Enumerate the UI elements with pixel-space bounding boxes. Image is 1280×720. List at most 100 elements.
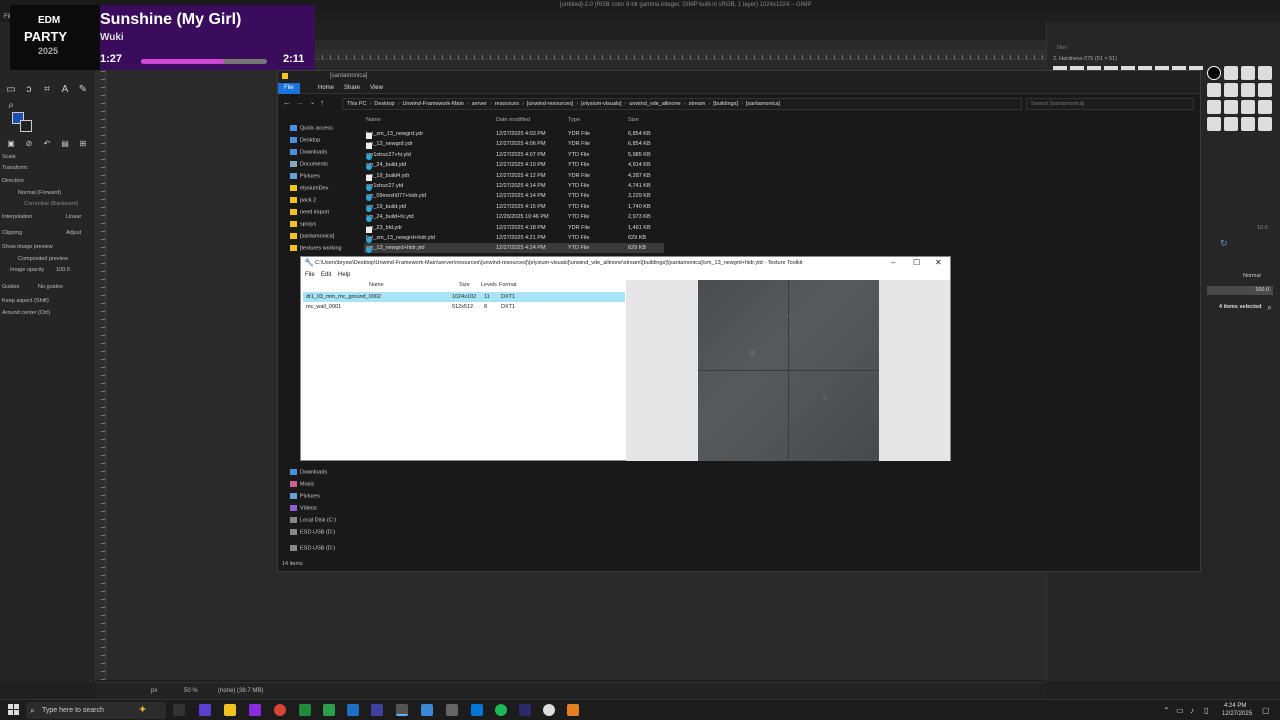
texture-row[interactable]: mc_wall_0001 512x512 8 DXT1 [303,302,625,312]
ttk-col-format[interactable]: Format [499,282,516,288]
nav-item[interactable]: Pictures [290,493,320,499]
ttk-menu-help[interactable]: Help [338,272,350,278]
breadcrumb-item[interactable]: Desktop [374,101,394,107]
nav-item[interactable]: Videos [290,505,317,511]
layer-opacity-slider[interactable]: 100.0 [1207,286,1273,295]
brush-sponge-icon[interactable] [1207,117,1221,131]
layer-mode-select[interactable]: Normal [1243,273,1261,279]
nav-item[interactable]: [textures working [290,245,342,251]
show-preview-checkbox[interactable]: Show image preview [2,244,53,250]
brush-blob-icon[interactable] [1241,66,1255,80]
corrective-backward-radio[interactable]: Corrective (Backward) [24,201,78,207]
nav-item[interactable]: ESD-USB (D:) [290,529,335,535]
file-row[interactable]: sm_19_build4.ydr 12/27/2025 4:12 PM YDR Fi… [364,171,664,181]
file-row[interactable]: sm_13_newgrd+hidr.ytd 12/27/2025 4:24 PM Y… [364,243,664,254]
brush-circle-icon[interactable] [1241,83,1255,97]
nav-item[interactable]: Quick access [290,125,333,131]
brush-hardness-icon[interactable] [1207,66,1221,80]
task-view-icon[interactable] [173,704,185,716]
vscode-icon[interactable] [347,704,359,716]
ribbon-tab-home[interactable]: Home [318,85,334,91]
back-arrow-icon[interactable]: ← [283,98,291,107]
white-app-icon[interactable] [543,704,555,716]
file-explorer-icon[interactable] [224,704,236,716]
close-tab-icon[interactable]: ⊞ [76,138,90,150]
file-row[interactable]: sm_13_newgrd.ydr 12/27/2025 4:06 PM YDR Fi… [364,139,664,150]
brush-texture-icon[interactable] [1207,83,1221,97]
guides-select[interactable]: No guides [38,284,63,290]
taskbar-search[interactable]: ⌕ Type here to search ✦ [26,702,166,719]
col-name[interactable]: Name [366,117,381,123]
breadcrumb-item[interactable]: Unwind-Framework-Main [402,101,463,107]
ribbon-tab-file[interactable]: File [278,83,300,94]
nav-item[interactable]: Desktop [290,137,320,143]
around-center-checkbox[interactable]: Around center (Ctrl) [2,310,50,316]
nav-item[interactable]: Downloads [290,469,327,475]
ttk-col-name[interactable]: Name [369,282,384,288]
breadcrumb-item[interactable]: This PC [347,101,367,107]
col-type[interactable]: Type [568,117,580,123]
recent-chevron-icon[interactable]: ⌄ [310,99,315,106]
nav-item[interactable]: need import [290,209,329,215]
undo-history-icon[interactable]: ↶ [40,138,54,150]
ttk-col-size[interactable]: Size [459,282,470,288]
forward-arrow-icon[interactable]: → [296,98,304,107]
ttk-menu-file[interactable]: File [305,272,315,278]
nav-item[interactable]: pack 2 [290,197,316,203]
volume-icon[interactable]: ♪ [1190,706,1194,715]
brush-filter-input[interactable]: filter [1057,45,1067,51]
breadcrumb-item[interactable]: resources [495,101,519,107]
rect-select-icon[interactable]: ▭ [4,84,18,96]
gimp-icon[interactable] [446,704,458,716]
breadcrumb-item[interactable]: unwind_vde_allinone [629,101,680,107]
spotify-icon[interactable] [495,704,507,716]
unit-select[interactable]: px [151,688,157,694]
image-opacity-input[interactable]: 100.0 [56,267,70,273]
brush-grid[interactable] [1207,66,1275,156]
blue-app-icon[interactable] [421,704,433,716]
nav-item[interactable]: elysiumDev [290,185,328,191]
up-arrow-icon[interactable]: ↑ [320,98,324,107]
texture-toolkit-icon[interactable] [396,704,408,716]
visual-studio-icon[interactable] [371,704,383,716]
file-row[interactable]: sm_23_bld.ydr 12/27/2025 4:18 PM YDR File 1… [364,223,664,233]
keep-aspect-checkbox[interactable]: Keep aspect (Shift) [2,298,49,304]
spacing-value[interactable]: 10.0 [1257,225,1268,231]
pencil-icon[interactable]: ✎ [76,84,90,96]
ruler-vertical[interactable] [96,60,106,680]
ribbon-tab-view[interactable]: View [370,85,383,91]
zoom-icon[interactable]: ⌕ [4,100,18,112]
breadcrumb-item[interactable]: server [472,101,487,107]
col-date[interactable]: Date modified [496,117,530,123]
breadcrumb-item[interactable]: [elysium-visuals] [581,101,621,107]
clock-time[interactable]: 4:24 PM [1224,703,1246,709]
nav-item[interactable]: ESD-USB (D:) [290,545,335,551]
device-status-icon[interactable]: ⊘ [22,138,36,150]
file-row[interactable]: sm_19_build.ytd 12/27/2025 4:15 PM YTD Fil… [364,202,664,212]
file-row[interactable]: sm1struc27+hi.ytd 12/27/2025 4:07 PM YTD F… [364,150,664,160]
text-icon[interactable]: A [58,84,72,96]
clipping-select[interactable]: Adjust [66,230,81,236]
normal-forward-radio[interactable]: Normal (Forward) [18,190,61,196]
file-row[interactable]: sm_24_build+hi.ytd 12/26/2025 10:46 PM YTD… [364,212,664,223]
nav-item[interactable]: Music [290,481,314,487]
breadcrumb-item[interactable]: stream [689,101,706,107]
file-row[interactable]: sm_09mesh077+hidr.ytd 12/27/2025 4:14 PM Y… [364,191,664,202]
windows-start-icon[interactable] [8,704,20,716]
lasso-icon[interactable]: ↄ [22,84,36,96]
purple-app-icon[interactable] [519,704,531,716]
nav-item[interactable]: [santamonica] [290,233,334,239]
nav-item[interactable]: Local Disk (C:) [290,517,336,523]
file-row[interactable]: sm1struc27.ytd 12/27/2025 4:14 PM YTD File… [364,181,664,191]
nav-item[interactable]: Pictures [290,173,320,179]
brush-pencil-icon[interactable] [1258,117,1272,131]
brush-cell-icon[interactable] [1224,100,1238,114]
refresh-icon[interactable]: ↻ [1220,238,1228,249]
breadcrumb-item[interactable]: [unwind-resources] [527,101,573,107]
brush-smoke-icon[interactable] [1258,83,1272,97]
brush-chalk-icon[interactable] [1224,117,1238,131]
composited-preview-checkbox[interactable]: Composited preview [18,256,68,262]
crop-icon[interactable]: ⌗ [40,84,54,96]
nav-item[interactable]: Documents [290,161,328,167]
brush-grunge-icon[interactable] [1224,83,1238,97]
